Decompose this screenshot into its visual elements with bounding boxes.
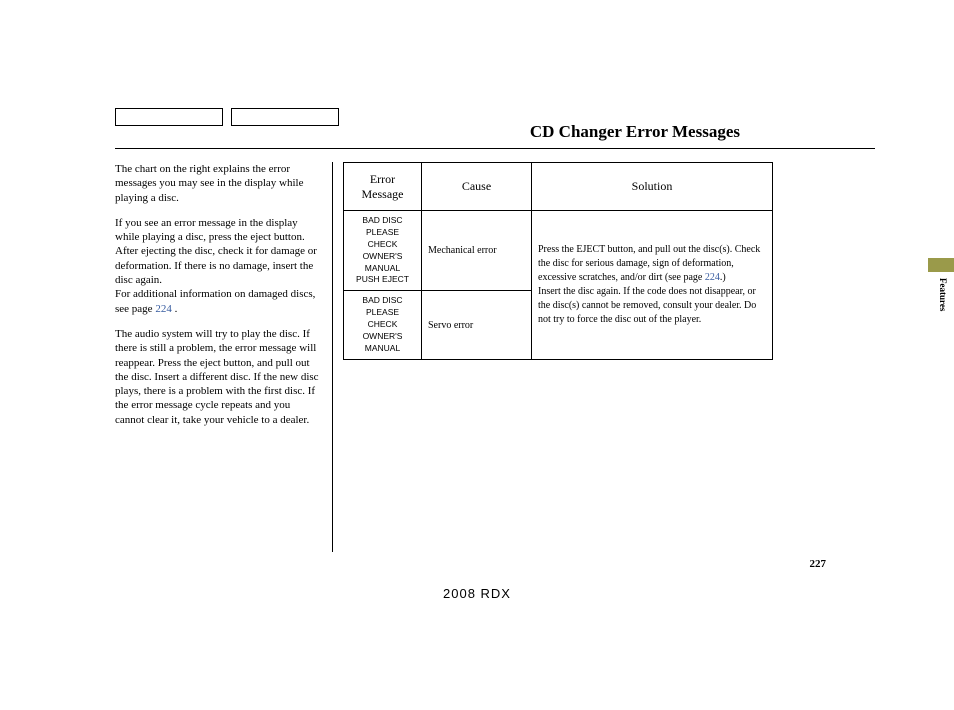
instruction-paragraph-3: The audio system will try to play the di… (115, 327, 322, 427)
instruction-paragraph-2: For additional information on damaged di… (115, 287, 322, 316)
error-message-cell: BAD DISC PLEASE CHECK OWNER'S MANUAL PUS… (344, 211, 422, 291)
th-solution: Solution (532, 163, 773, 211)
section-tab-label: Features (938, 278, 948, 311)
body-text-column: The chart on the right explains the erro… (115, 162, 330, 552)
page-number: 227 (810, 558, 827, 570)
solution-cell: Press the EJECT button, and pull out the… (532, 211, 773, 360)
err-line: OWNER'S (350, 331, 415, 343)
cause-cell: Servo error (422, 291, 532, 359)
err-line: MANUAL (350, 263, 415, 275)
p3-text-a: For additional information on damaged di… (115, 288, 315, 314)
error-messages-table: Error Message Cause Solution BAD DISC PL… (343, 162, 773, 360)
table-column: Error Message Cause Solution BAD DISC PL… (339, 162, 815, 552)
table-row: BAD DISC PLEASE CHECK OWNER'S MANUAL PUS… (344, 211, 773, 291)
column-divider (332, 162, 333, 552)
err-line: PLEASE CHECK (350, 227, 415, 251)
section-tab-marker (928, 258, 954, 272)
p3-text-b: . (172, 303, 178, 315)
page-link-224[interactable]: 224 (155, 303, 172, 315)
err-line: PLEASE CHECK (350, 307, 415, 331)
intro-paragraph: The chart on the right explains the erro… (115, 162, 322, 205)
cause-cell: Mechanical error (422, 211, 532, 291)
page-title: CD Changer Error Messages (115, 122, 875, 149)
footer-model: 2008 RDX (0, 586, 954, 601)
th-cause: Cause (422, 163, 532, 211)
err-line: OWNER'S (350, 251, 415, 263)
sol-text-3: Insert the disc again. If the code does … (538, 286, 756, 325)
instruction-paragraph-1: If you see an error message in the displ… (115, 216, 322, 287)
page-link-224-b[interactable]: 224 (705, 272, 720, 283)
sol-text-2: .) (720, 272, 726, 283)
err-line: BAD DISC (350, 295, 415, 307)
sol-text-1: Press the EJECT button, and pull out the… (538, 244, 760, 283)
err-line: PUSH EJECT (350, 274, 415, 286)
error-message-cell: BAD DISC PLEASE CHECK OWNER'S MANUAL (344, 291, 422, 359)
th-error-message: Error Message (344, 163, 422, 211)
err-line: BAD DISC (350, 215, 415, 227)
err-line: MANUAL (350, 343, 415, 355)
